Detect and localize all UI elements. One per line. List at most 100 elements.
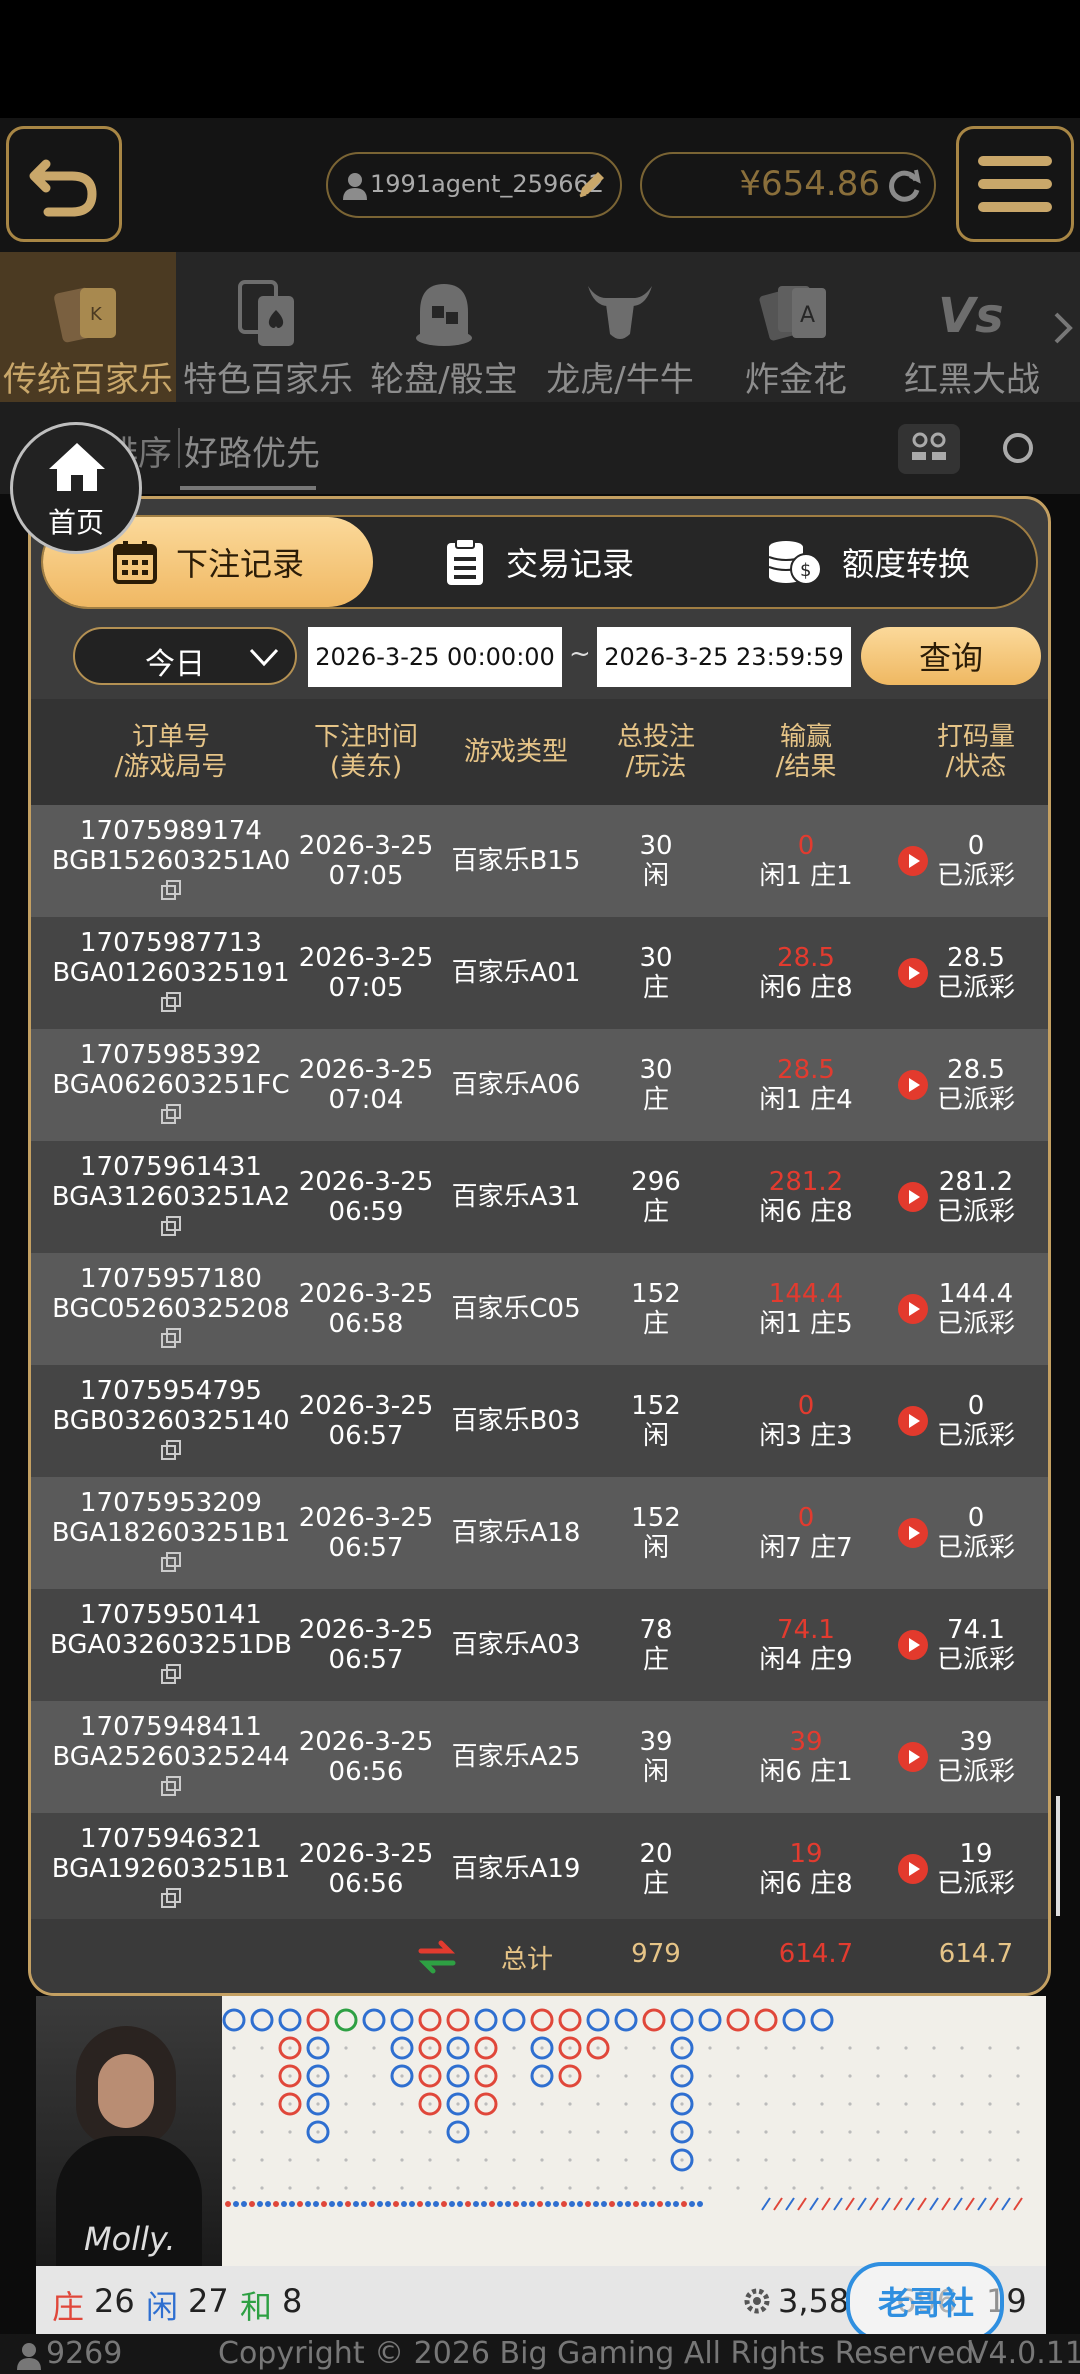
category-tab-5[interactable]: Vs 红黑大战 (884, 252, 1060, 402)
small-road-dot (553, 2201, 559, 2207)
road-grid-dot (400, 2130, 404, 2134)
small-road-dot (345, 2201, 351, 2207)
svg-text:A: A (800, 303, 815, 328)
col-win-line1: 输赢 (779, 722, 832, 752)
road-bead (446, 2008, 470, 2032)
small-road-dot (417, 2201, 423, 2207)
small-road-dot (369, 2201, 375, 2207)
tab-label: 额度转换 (841, 545, 970, 583)
road-grid-dot (736, 2046, 740, 2050)
back-button[interactable] (6, 126, 122, 242)
bet-date: 2026-3-25 (298, 1167, 434, 1197)
copy-icon[interactable] (160, 879, 182, 901)
copyright: Copyright © 2026 Big Gaming All Rights R… (218, 2336, 975, 2371)
road-grid-dot (764, 2186, 768, 2190)
player-label: 闲 (146, 2288, 179, 2326)
home-button[interactable]: 首页 (10, 422, 142, 554)
category-tab-2[interactable]: 轮盘/骰宝 (356, 252, 532, 402)
player-count: 27 (188, 2282, 229, 2320)
cockroach-road-mark (809, 2197, 819, 2211)
bet-time: 06:59 (328, 1197, 404, 1227)
watermark-logo: 老哥社区 (846, 2262, 1004, 2368)
road-bead (502, 2008, 526, 2032)
road-grid-dot (484, 2074, 488, 2078)
road-grid-dot (904, 2046, 908, 2050)
road-grid-dot (764, 2130, 768, 2134)
category-tab-0[interactable]: K 传统百家乐 (0, 252, 176, 402)
code-amount: 28.5 (947, 943, 1005, 973)
small-road-dot (609, 2201, 615, 2207)
road-bead (726, 2008, 750, 2032)
road-grid-dot (428, 2130, 432, 2134)
copy-icon[interactable] (160, 1551, 182, 1573)
road-grid-dot (652, 2102, 656, 2106)
bet-amount: 30 (639, 1055, 673, 1085)
calendar-icon (112, 541, 157, 584)
copy-icon[interactable] (160, 1439, 182, 1461)
category-tab-4[interactable]: A 炸金花 (708, 252, 884, 402)
road-grid-dot (428, 2074, 432, 2078)
time-cell: 2026-3-25 06:56 (291, 1701, 441, 1813)
road-grid-dot (232, 2158, 236, 2162)
road-grid-dot (736, 2130, 740, 2134)
tab-credit-transfer[interactable]: $ 额度转换 (703, 517, 1033, 607)
col-bet-line1: 总投注 (616, 722, 695, 752)
category-tab-3[interactable]: 龙虎/牛牛 (532, 252, 708, 402)
cockroach-road-mark (905, 2197, 915, 2211)
road-bead (754, 2008, 778, 2032)
copy-icon[interactable] (160, 1663, 182, 1685)
menu-button[interactable] (956, 126, 1074, 242)
win-amount: 144.4 (768, 1279, 844, 1309)
road-grid-dot (876, 2158, 880, 2162)
small-road-dot (249, 2201, 255, 2207)
copy-icon[interactable] (160, 991, 182, 1013)
road-grid-dot (596, 2074, 600, 2078)
copy-icon[interactable] (160, 1327, 182, 1349)
copy-icon[interactable] (160, 1215, 182, 1237)
copy-icon[interactable] (160, 1103, 182, 1125)
chevron-right-icon[interactable] (1050, 308, 1076, 348)
category-tab-1[interactable]: 特色百家乐 (180, 252, 356, 402)
road-grid-dot (568, 2102, 572, 2106)
user-pill[interactable]: 1991agent_259662 (326, 152, 622, 218)
table-header: 订单号/游戏局号 下注时间 (美东) 游戏类型 总投注/玩法 输赢/结果 打码量 /… (31, 699, 1048, 805)
road-grid-dot (456, 2074, 460, 2078)
grid-view-button[interactable] (898, 424, 960, 474)
copy-icon[interactable] (160, 1887, 182, 1909)
road-grid-dot (988, 2046, 992, 2050)
game-type: 百家乐C05 (451, 1294, 581, 1324)
road-grid-dot (456, 2102, 460, 2106)
table-stats-bar: 庄 26 闲 27 和 8 3,58 696 19 老哥社区 (36, 2262, 1046, 2368)
road-grid-dot (484, 2130, 488, 2134)
road-grid-dot (344, 2158, 348, 2162)
round-text: BGA192603251B1 (51, 1854, 291, 1884)
end-date-input[interactable]: 2026-3-25 23:59:59 (597, 627, 851, 687)
road-grid-dot (456, 2046, 460, 2050)
road-grid-dot (932, 2158, 936, 2162)
period-select[interactable]: 今日 (73, 627, 297, 685)
total-win: 614.7 (778, 1939, 854, 1969)
road-bead (390, 2008, 414, 2032)
small-road-dot (433, 2201, 439, 2207)
start-date-input[interactable]: 2026-3-25 00:00:00 (308, 627, 562, 687)
order-number: 17075948411 (80, 1712, 262, 1742)
period-value: 今日 (145, 647, 205, 682)
back-arrow-icon (29, 159, 97, 217)
bet-cell: 152 闲 (591, 1477, 721, 1589)
circle-toggle-icon[interactable] (1000, 430, 1036, 466)
cockroach-road-mark (881, 2197, 891, 2211)
road-grid-dot (652, 2186, 656, 2190)
tab-transaction-records[interactable]: 交易记录 (373, 517, 703, 607)
road-grid-dot (932, 2186, 936, 2190)
code-cell: 0 已派彩 (911, 1477, 1041, 1589)
code-cell: 0 已派彩 (911, 1365, 1041, 1477)
query-button[interactable]: 查询 (861, 627, 1041, 685)
copy-icon[interactable] (160, 1775, 182, 1797)
sort-good-road-label[interactable]: 好路优先 (184, 426, 320, 475)
swap-arrows-icon[interactable] (417, 1937, 457, 1977)
edit-pencil-icon[interactable] (574, 168, 608, 202)
table-row: 17075950141 BGA032603251DB 2026-3-25 06:57 百… (31, 1589, 1048, 1701)
road-grid-dot (904, 2130, 908, 2134)
refresh-icon[interactable] (884, 166, 924, 206)
scrollbar[interactable] (1056, 1796, 1060, 1916)
